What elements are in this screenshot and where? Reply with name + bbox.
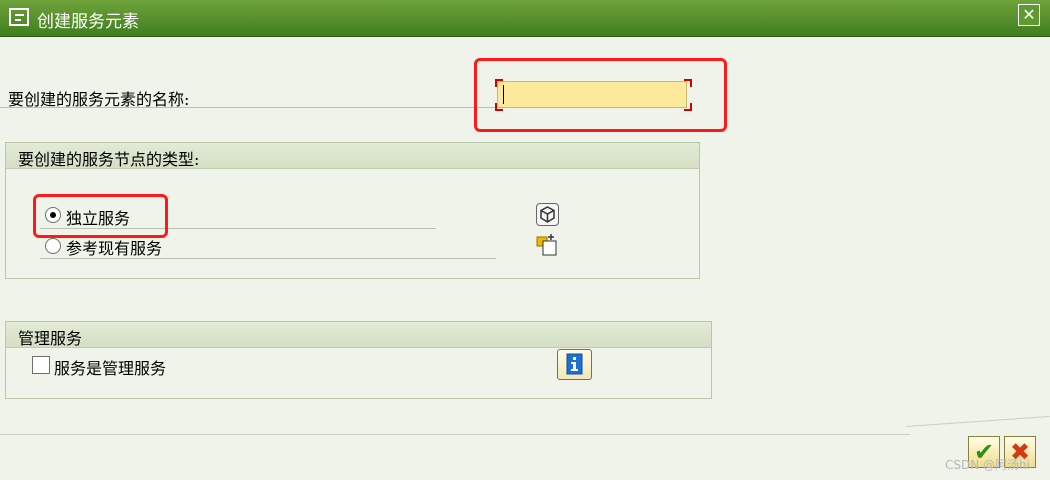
form-icon [9, 8, 29, 26]
input-corner-tl [495, 79, 503, 87]
option-reference-label[interactable]: 参考现有服务 [66, 235, 162, 259]
radio-reference-service[interactable] [45, 238, 61, 254]
cube-icon [540, 206, 555, 223]
title-bar: 创建服务元素 ✕ [0, 0, 1050, 37]
info-icon [566, 353, 583, 375]
input-corner-bl [495, 103, 503, 111]
management-title: 管理服务 [18, 329, 83, 348]
management-service-checkbox[interactable] [32, 356, 50, 374]
info-button[interactable] [557, 349, 592, 380]
highlight-box-option [33, 194, 168, 238]
management-header: 管理服务 [6, 322, 711, 348]
close-button[interactable]: ✕ [1018, 4, 1040, 26]
input-corner-br [684, 103, 692, 111]
option-reference-underline [40, 258, 496, 259]
copy-folder-icon [536, 234, 557, 256]
label-underline [0, 107, 497, 108]
management-service-label[interactable]: 服务是管理服务 [54, 355, 166, 379]
watermark: CSDN @阿汤hi [945, 458, 1030, 472]
standalone-service-button[interactable] [536, 203, 559, 226]
reference-service-button[interactable] [535, 232, 561, 258]
window-title: 创建服务元素 [37, 12, 139, 32]
service-name-input[interactable] [497, 81, 687, 108]
input-corner-tr [684, 79, 692, 87]
close-icon: ✕ [1022, 5, 1036, 24]
text-caret [503, 85, 504, 104]
footer-slant-divider [905, 415, 1050, 427]
service-type-title: 要创建的服务节点的类型: [18, 150, 200, 169]
service-type-header: 要创建的服务节点的类型: [6, 143, 699, 169]
footer-divider [0, 434, 910, 435]
